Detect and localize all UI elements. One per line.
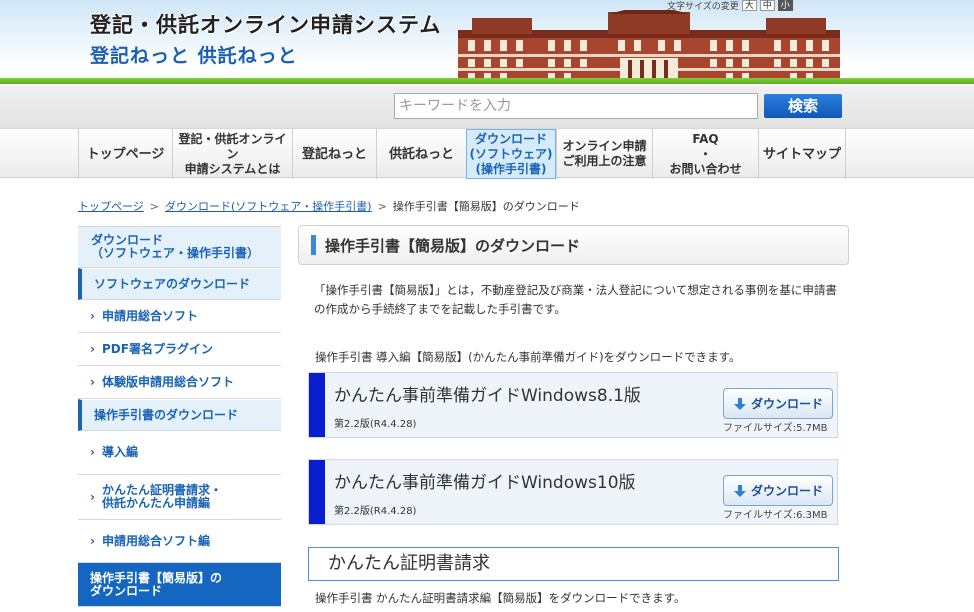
site-header: 登記・供託オンライン申請システム 登記ねっと 供託ねっと 文字サイズの変更 大 … (0, 0, 974, 84)
chevron-right-icon: › (90, 533, 95, 548)
download-button[interactable]: ダウンロード (723, 388, 833, 419)
sidebar-item-label: PDF署名プラグイン (102, 341, 213, 356)
nav-item-online-notice[interactable]: オンライン申請 ご利用上の注意 (556, 129, 652, 179)
chevron-right-icon: › (90, 308, 95, 323)
search-bar: キーワードを入力 検索 (0, 86, 974, 128)
nav-item-top-page[interactable]: トップページ (78, 129, 172, 179)
search-input[interactable]: キーワードを入力 (394, 93, 758, 119)
download-arrow-icon (733, 397, 746, 410)
download-button[interactable]: ダウンロード (723, 475, 833, 506)
breadcrumb-separator: > (149, 199, 159, 213)
sidebar-item-label: 申請用総合ソフト (102, 308, 199, 323)
download-version: 第2.2版(R4.4.28) (334, 506, 417, 517)
nav-item-touki-net[interactable]: 登記ねっと (292, 129, 376, 179)
breadcrumb-separator: > (377, 199, 387, 213)
section-heading-certificate: かんたん証明書請求 (308, 547, 839, 581)
lead-text-certificate: 操作手引書 かんたん証明書請求編【簡易版】をダウンロードできます。 (315, 591, 686, 605)
sidebar-item-label: 申請用総合ソフト編 (102, 533, 211, 548)
download-button-label: ダウンロード (750, 397, 823, 411)
sidebar-item-label: かんたん証明書請求・ 供託かんたん申請編 (102, 483, 223, 510)
chevron-right-icon: › (90, 341, 95, 356)
sidebar-item-easy-certificate[interactable]: › かんたん証明書請求・ 供託かんたん申請編 (78, 475, 281, 520)
sidebar-section-manual[interactable]: 操作手引書のダウンロード (78, 399, 281, 431)
download-title: かんたん事前準備ガイドWindows8.1版 (334, 386, 641, 406)
breadcrumb: トップページ > ダウンロード(ソフトウェア・操作手引書) > 操作手引書【簡易… (78, 198, 580, 214)
sidebar-item-general-software[interactable]: › 申請用総合ソフト (78, 300, 281, 333)
lead-text-introduction: 操作手引書 導入編【簡易版】(かんたん事前準備ガイド)をダウンロードできます。 (315, 350, 741, 364)
download-arrow-icon (733, 484, 746, 497)
nav-item-faq-contact[interactable]: FAQ ・ お問い合わせ (652, 129, 758, 179)
download-version: 第2.2版(R4.4.28) (334, 419, 417, 430)
breadcrumb-home-link[interactable]: トップページ (78, 198, 144, 214)
sidebar-item-simple-manual-active[interactable]: 操作手引書【簡易版】の ダウンロード (78, 563, 281, 607)
search-button[interactable]: 検索 (764, 94, 842, 118)
file-size: ファイルサイズ:5.7MB (723, 423, 828, 434)
building-illustration (458, 10, 840, 82)
nav-item-kyotaku-net[interactable]: 供託ねっと (376, 129, 466, 179)
breadcrumb-parent-link[interactable]: ダウンロード(ソフトウェア・操作手引書) (165, 198, 372, 214)
download-card: かんたん事前準備ガイドWindows10版 第2.2版(R4.4.28) ダウン… (308, 459, 838, 525)
download-title: かんたん事前準備ガイドWindows10版 (334, 473, 636, 493)
sidebar-item-label: 導入編 (102, 445, 139, 459)
nav-item-sitemap[interactable]: サイトマップ (758, 129, 846, 179)
download-button-label: ダウンロード (750, 484, 823, 498)
main-content: 操作手引書【簡易版】のダウンロード 「操作手引書【簡易版】」とは，不動産登記及び… (298, 225, 849, 605)
page-title-text: 操作手引書【簡易版】のダウンロード (325, 236, 581, 255)
chevron-right-icon: › (90, 445, 95, 459)
file-size: ファイルサイズ:6.3MB (723, 510, 828, 521)
sidebar-item-general-software-manual[interactable]: › 申請用総合ソフト編 (78, 520, 281, 563)
heading-accent-bar (311, 235, 316, 255)
global-nav: トップページ 登記・供託オンライン 申請システムとは 登記ねっと 供託ねっと ダ… (0, 128, 974, 179)
breadcrumb-current: 操作手引書【簡易版】のダウンロード (392, 200, 580, 213)
sidebar-item-introduction[interactable]: › 導入編 (78, 431, 281, 475)
site-subtitle[interactable]: 登記ねっと 供託ねっと (90, 41, 298, 68)
page-title: 操作手引書【簡易版】のダウンロード (298, 225, 849, 265)
sidebar-nav: ダウンロード （ソフトウェア・操作手引書） ソフトウェアのダウンロード › 申請… (78, 226, 281, 607)
chevron-right-icon: › (90, 489, 95, 504)
sidebar-section-software[interactable]: ソフトウェアのダウンロード (78, 268, 281, 300)
sidebar-item-label: 体験版申請用総合ソフト (102, 374, 235, 389)
chevron-right-icon: › (90, 374, 95, 389)
card-stripe (309, 460, 325, 524)
site-title[interactable]: 登記・供託オンライン申請システム (90, 9, 441, 39)
sidebar-item-pdf-plugin[interactable]: › PDF署名プラグイン (78, 333, 281, 366)
sidebar-item-trial-software[interactable]: › 体験版申請用総合ソフト (78, 366, 281, 399)
sidebar-heading-download[interactable]: ダウンロード （ソフトウェア・操作手引書） (78, 226, 281, 268)
nav-item-about-system[interactable]: 登記・供託オンライン 申請システムとは (172, 129, 292, 179)
grass-strip (0, 78, 974, 84)
intro-text: 「操作手引書【簡易版】」とは，不動産登記及び商業・法人登記について想定される事例… (314, 283, 837, 316)
nav-item-download[interactable]: ダウンロード (ソフトウェア) (操作手引書) (466, 129, 556, 179)
card-stripe (309, 373, 325, 437)
download-card: かんたん事前準備ガイドWindows8.1版 第2.2版(R4.4.28) ダウ… (308, 372, 838, 438)
